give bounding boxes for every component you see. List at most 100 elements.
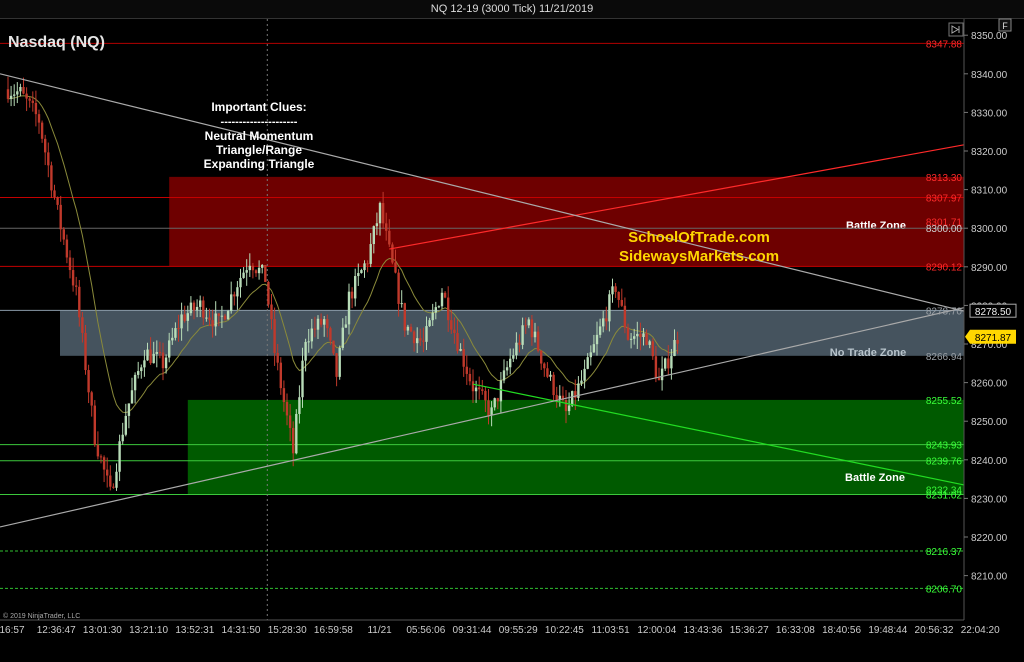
candle-body — [608, 294, 611, 322]
clue-item: Neutral Momentum — [205, 129, 314, 143]
candle-body — [648, 341, 651, 345]
candle-body — [505, 367, 509, 371]
candle-body — [363, 263, 366, 271]
candle-body — [530, 319, 534, 338]
candle-body — [645, 333, 648, 345]
candle-body — [233, 294, 236, 297]
y-tick-label: 8240.00 — [971, 456, 1008, 467]
x-tick-label: 12:00:04 — [637, 625, 676, 636]
candle-body — [620, 299, 623, 306]
candle-body — [416, 338, 419, 344]
copyright-text: © 2019 NinjaTrader, LLC — [3, 612, 80, 620]
candle-body — [617, 291, 620, 300]
candle-body — [440, 292, 444, 307]
watermark-line1: SchoolOfTrade.com — [628, 229, 770, 246]
candle-body — [133, 374, 137, 391]
y-tick-label: 8350.00 — [971, 31, 1008, 42]
x-tick-label: 05:56:06 — [406, 625, 445, 636]
candle-body — [499, 380, 503, 402]
candle-body — [19, 86, 22, 92]
candle-body — [149, 349, 152, 364]
candle-body — [242, 272, 245, 278]
candlestick-chart[interactable]: Battle Zone No Trade Zone Battle Zone 8347… — [0, 0, 1024, 662]
candle-body — [465, 366, 468, 374]
candle-body — [654, 356, 658, 378]
x-tick-label: 11:03:51 — [592, 625, 631, 636]
candle-body — [96, 444, 100, 457]
candle-body — [16, 91, 19, 95]
candle-body — [236, 287, 239, 297]
candle-body — [261, 265, 264, 268]
candle-body — [118, 441, 121, 472]
candle-body — [633, 336, 636, 339]
y-tick-label: 8210.00 — [971, 572, 1008, 583]
x-tick-label: 13:01:30 — [83, 625, 122, 636]
candle-body — [31, 100, 34, 103]
candle-body — [660, 368, 664, 381]
candle-body — [99, 456, 103, 458]
price-level-label: 8206.70 — [926, 584, 963, 595]
price-level-label: 8216.37 — [926, 547, 963, 558]
candle-body — [338, 347, 341, 377]
candle-body — [112, 486, 115, 488]
price-level-label: 8300.00 — [926, 224, 963, 235]
candle-body — [202, 300, 205, 318]
candle-body — [425, 326, 428, 342]
y-tick-label: 8330.00 — [971, 108, 1008, 119]
x-tick-label: 15:36:27 — [730, 625, 769, 636]
candle-body — [595, 334, 599, 345]
candle-body — [490, 407, 493, 416]
candle-body — [515, 342, 518, 356]
candle-body — [462, 348, 465, 367]
candle-body — [484, 390, 487, 401]
candle-body — [316, 318, 320, 330]
candle-body — [335, 353, 338, 377]
candle-body — [369, 244, 372, 264]
price-level-label: 8243.93 — [926, 441, 963, 452]
candle-body — [580, 380, 583, 384]
candle-body — [447, 297, 450, 321]
candle-body — [313, 328, 317, 330]
candle-body — [146, 349, 149, 361]
candle-body — [217, 313, 220, 316]
price-level-label: 8239.76 — [926, 457, 963, 468]
candle-body — [636, 333, 639, 337]
candle-body — [496, 398, 499, 402]
candle-body — [443, 292, 447, 298]
candle-body — [676, 339, 679, 344]
candle-body — [481, 389, 484, 391]
candle-body — [273, 319, 276, 353]
price-level-label: 8347.88 — [926, 39, 963, 50]
candle-body — [307, 341, 310, 343]
important-clues: Important Clues: --------------------- N… — [204, 100, 315, 171]
candle-body — [626, 327, 630, 340]
candle-body — [226, 311, 230, 320]
candle-body — [456, 333, 459, 351]
candle-body — [450, 320, 453, 330]
zone-label: Battle Zone — [846, 220, 906, 232]
candle-body — [13, 94, 16, 96]
zone-label: Battle Zone — [845, 472, 905, 484]
candle-body — [471, 381, 475, 392]
y-tick-label: 8300.00 — [971, 224, 1008, 235]
candle-body — [592, 344, 596, 353]
candle-body — [502, 370, 506, 381]
clues-heading: Important Clues: — [211, 100, 306, 114]
candle-body — [62, 229, 65, 240]
candle-body — [37, 114, 41, 123]
x-tick-label: 15:28:30 — [268, 625, 307, 636]
candle-body — [44, 138, 47, 153]
clues-rule: --------------------- — [221, 116, 298, 128]
candle-body — [598, 326, 602, 335]
candle-body — [87, 370, 90, 393]
instrument-title: Nasdaq (NQ) — [8, 34, 105, 51]
chart-properties-button[interactable]: F — [998, 18, 1012, 32]
candle-body — [270, 304, 273, 320]
candle-body — [239, 277, 242, 288]
candle-body — [657, 377, 661, 381]
candle-body — [81, 317, 84, 333]
candle-body — [509, 358, 512, 368]
candle-body — [28, 98, 31, 101]
x-tick-label: 09:55:29 — [499, 625, 538, 636]
y-tick-label: 8230.00 — [971, 494, 1008, 505]
